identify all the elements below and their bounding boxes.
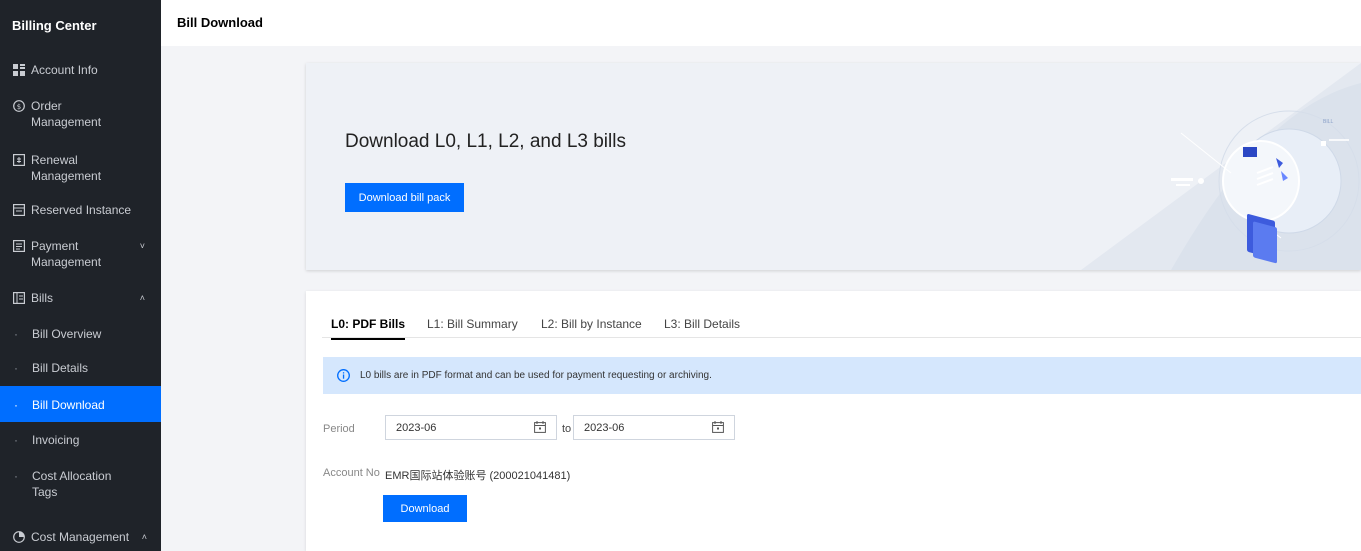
download-button[interactable]: Download	[383, 495, 467, 522]
sidebar-subitem-bill-details[interactable]: · Bill Details	[0, 360, 161, 376]
account-no-value: EMR国际站体验账号 (200021041481)	[385, 470, 571, 482]
pie-chart-icon	[12, 530, 25, 543]
sidebar-subitem-label: Bill Details	[32, 361, 89, 375]
info-icon	[337, 369, 350, 382]
sidebar-subitem-label: Invoicing	[32, 433, 80, 447]
period-label: Period	[323, 423, 355, 435]
bullet-icon: ·	[14, 398, 18, 412]
tab-l1-bill-summary[interactable]: L1: Bill Summary	[427, 317, 518, 331]
bullet-icon: ·	[14, 327, 18, 341]
sidebar-item-bills[interactable]: Bills ˄	[0, 290, 161, 306]
calendar-icon[interactable]	[712, 421, 724, 433]
period-end-input[interactable]: 2023-06	[573, 415, 735, 440]
period-start-input[interactable]: 2023-06	[385, 415, 557, 440]
order-icon: $	[12, 99, 25, 112]
bullet-icon: ·	[14, 433, 18, 447]
bill-illustration: BILL	[1081, 63, 1361, 270]
sidebar-item-account-info[interactable]: Account Info	[0, 62, 161, 78]
sidebar-item-renewal-management[interactable]: Renewal Management	[0, 152, 161, 184]
reserved-icon	[12, 203, 25, 216]
sidebar: Billing Center Account Info $ Order Mana…	[0, 0, 161, 551]
download-bill-pack-button[interactable]: Download bill pack	[345, 183, 464, 212]
tab-l3-bill-details[interactable]: L3: Bill Details	[664, 317, 740, 331]
period-start-value: 2023-06	[396, 422, 437, 434]
svg-text:$: $	[16, 103, 20, 111]
top-bar: Bill Download	[161, 0, 1361, 46]
sidebar-subitem-bill-download[interactable]: · Bill Download	[0, 386, 161, 422]
bill-download-card: L0: PDF Bills L1: Bill Summary L2: Bill …	[306, 291, 1361, 551]
sidebar-item-label: Renewal Management	[31, 153, 102, 183]
sidebar-item-label: Cost Management	[31, 530, 130, 544]
sidebar-subitem-label: Cost Allocation Tags	[32, 469, 112, 499]
notice-text: L0 bills are in PDF format and can be us…	[360, 370, 712, 381]
sidebar-title: Billing Center	[12, 18, 97, 33]
bill-level-tabs: L0: PDF Bills L1: Bill Summary L2: Bill …	[322, 291, 1361, 340]
sidebar-subitem-label: Bill Overview	[32, 327, 102, 341]
banner-heading: Download L0, L1, L2, and L3 bills	[345, 131, 626, 152]
account-no-label: Account No	[323, 467, 380, 479]
bills-icon	[12, 291, 25, 304]
renewal-icon	[12, 153, 25, 166]
period-to-label: to	[562, 423, 572, 435]
grid-icon	[12, 63, 25, 76]
chevron-down-icon[interactable]: ˅	[140, 238, 145, 254]
sidebar-item-label: Payment Management	[31, 239, 102, 269]
info-notice: L0 bills are in PDF format and can be us…	[323, 357, 1361, 394]
sidebar-item-label: Account Info	[31, 63, 98, 77]
tab-l2-bill-by-instance[interactable]: L2: Bill by Instance	[541, 317, 642, 331]
calendar-icon[interactable]	[534, 421, 546, 433]
chevron-up-icon[interactable]: ˄	[140, 290, 145, 306]
tab-l0-pdf-bills[interactable]: L0: PDF Bills	[331, 317, 406, 340]
sidebar-item-payment-management[interactable]: Payment Management ˅	[0, 238, 161, 270]
page-title: Bill Download	[177, 15, 263, 30]
sidebar-item-label: Order Management	[31, 99, 102, 129]
sidebar-subitem-cost-allocation-tags[interactable]: · Cost Allocation Tags	[0, 468, 161, 500]
chevron-up-icon[interactable]: ˄	[142, 529, 147, 545]
period-end-value: 2023-06	[584, 422, 625, 434]
bill-illustration-label: BILL	[1323, 119, 1334, 125]
sidebar-item-label: Reserved Instance	[31, 203, 132, 217]
bullet-icon: ·	[14, 469, 18, 483]
payment-icon	[12, 239, 25, 252]
bullet-icon: ·	[14, 361, 18, 375]
sidebar-subitem-bill-overview[interactable]: · Bill Overview	[0, 326, 161, 342]
sidebar-item-reserved-instance[interactable]: Reserved Instance	[0, 202, 161, 218]
download-banner: Download L0, L1, L2, and L3 bills Downlo…	[306, 63, 1361, 270]
sidebar-subitem-label: Bill Download	[32, 398, 105, 412]
sidebar-item-cost-management[interactable]: Cost Management ˄	[0, 529, 161, 545]
sidebar-item-order-management[interactable]: $ Order Management	[0, 98, 161, 130]
sidebar-item-label: Bills	[31, 291, 54, 305]
sidebar-subitem-invoicing[interactable]: · Invoicing	[0, 432, 161, 448]
